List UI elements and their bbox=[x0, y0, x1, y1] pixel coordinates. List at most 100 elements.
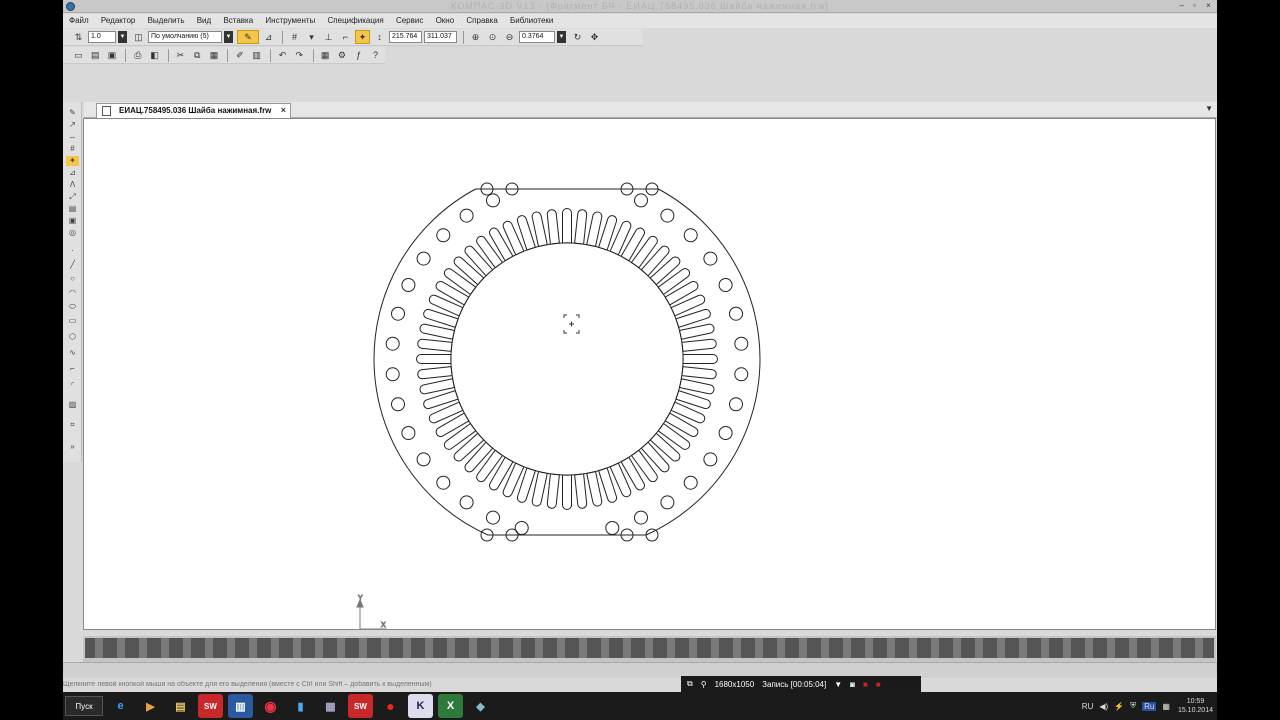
preview-icon[interactable]: ◧ bbox=[147, 48, 162, 62]
polygon-icon[interactable]: ⬡ bbox=[66, 332, 79, 342]
param-icon[interactable]: ⊿ bbox=[66, 168, 79, 178]
menu-service[interactable]: Сервис bbox=[390, 14, 427, 25]
function-icon[interactable]: ƒ bbox=[351, 48, 366, 62]
circle-icon[interactable]: ○ bbox=[66, 274, 79, 284]
save-icon[interactable]: ▣ bbox=[105, 48, 120, 62]
winword-icon[interactable]: ▥ bbox=[228, 694, 253, 718]
recorder-window-icon[interactable]: ⧉ bbox=[687, 679, 693, 689]
recorder-icon[interactable]: ● bbox=[378, 694, 403, 718]
expand-icon[interactable]: » bbox=[66, 442, 79, 452]
network-icon[interactable]: ◆ bbox=[468, 694, 493, 718]
shield-icon[interactable]: ⛨ bbox=[1130, 701, 1136, 711]
redo-icon[interactable]: ↷ bbox=[292, 48, 307, 62]
zoom-in-icon[interactable]: ⊙ bbox=[485, 30, 500, 44]
menu-file[interactable]: Файл bbox=[63, 14, 93, 25]
coord-y-field[interactable]: 311.037 bbox=[424, 31, 457, 43]
print-icon[interactable]: ⎙ bbox=[130, 48, 145, 62]
menu-specification[interactable]: Спецификация bbox=[322, 14, 388, 25]
menu-view[interactable]: Вид bbox=[191, 14, 215, 25]
keyboard-layout-icon[interactable]: Ru bbox=[1142, 701, 1157, 711]
ie-icon[interactable]: e bbox=[108, 694, 133, 718]
volume-icon[interactable]: ◀) bbox=[1099, 702, 1108, 711]
fillet-icon[interactable]: ◜ bbox=[66, 380, 79, 390]
spec-icon[interactable]: ▤ bbox=[66, 204, 79, 214]
new-icon[interactable]: ▭ bbox=[71, 48, 86, 62]
zoom-out-icon[interactable]: ⊖ bbox=[502, 30, 517, 44]
start-button[interactable]: Пуск bbox=[65, 696, 103, 716]
close-button[interactable]: × bbox=[1203, 1, 1214, 11]
recorder-camera-icon[interactable]: ◙ bbox=[850, 680, 855, 689]
open-icon[interactable]: ▤ bbox=[88, 48, 103, 62]
network-tray-icon[interactable]: ▦ bbox=[1162, 702, 1170, 711]
recorder-stop-icon[interactable]: ■ bbox=[876, 680, 881, 689]
line-icon[interactable]: ╱ bbox=[66, 260, 79, 270]
pan-icon[interactable]: ✥ bbox=[587, 30, 602, 44]
geometry-icon[interactable]: ✎ bbox=[66, 108, 79, 118]
spline-icon[interactable]: ∿ bbox=[66, 348, 79, 358]
close-tab-button[interactable]: × bbox=[281, 105, 286, 115]
point-icon[interactable]: · bbox=[66, 246, 79, 256]
horizontal-scrollbar[interactable] bbox=[83, 636, 1216, 662]
chamfer-icon[interactable]: ⌐ bbox=[66, 364, 79, 374]
ortho-icon[interactable]: ⊿ bbox=[261, 30, 276, 44]
measure-icon[interactable]: Λ bbox=[66, 180, 79, 190]
dimensions-icon[interactable]: ↔ bbox=[66, 132, 79, 142]
cut-icon[interactable]: ✂ bbox=[173, 48, 188, 62]
refresh-icon[interactable]: ↻ bbox=[570, 30, 585, 44]
recorder-pause-icon[interactable]: ■ bbox=[863, 680, 868, 689]
menu-libraries[interactable]: Библиотеки bbox=[504, 14, 557, 25]
contour-icon[interactable]: ⌗ bbox=[66, 420, 79, 430]
zoom-dropdown-icon[interactable]: ▼ bbox=[557, 31, 566, 43]
library-icon[interactable]: ⚙ bbox=[334, 48, 349, 62]
insert-icon[interactable]: ◎ bbox=[66, 228, 79, 238]
style-dropdown-icon[interactable]: ▼ bbox=[224, 31, 233, 43]
recorder-menu-icon[interactable]: ▼ bbox=[834, 680, 842, 689]
document-tab[interactable]: ЕИАЦ.758495.036 Шайба нажимная.frw × bbox=[96, 103, 291, 118]
calculator-icon[interactable]: ▦ bbox=[318, 694, 343, 718]
binding-icon[interactable]: ✦ bbox=[355, 30, 370, 44]
coord-x-field[interactable]: 215.764 bbox=[389, 31, 422, 43]
active-geometry-icon[interactable]: ✦ bbox=[66, 156, 79, 166]
arc-icon[interactable]: ◠ bbox=[66, 288, 79, 298]
copy-icon[interactable]: ⧉ bbox=[190, 48, 205, 62]
zoom-window-icon[interactable]: ⊕ bbox=[468, 30, 483, 44]
select-icon[interactable]: ⤢ bbox=[66, 192, 79, 202]
usb-icon[interactable]: ▮ bbox=[288, 694, 313, 718]
menu-help[interactable]: Справка bbox=[460, 14, 501, 25]
clock[interactable]: 10:59 15.10.2014 bbox=[1178, 697, 1213, 715]
paste-icon[interactable]: ▦ bbox=[207, 48, 222, 62]
step-icon[interactable]: ⇅ bbox=[71, 30, 86, 44]
minimize-button[interactable]: – bbox=[1176, 1, 1187, 11]
power-icon[interactable]: ⚡ bbox=[1114, 702, 1124, 711]
help-icon[interactable]: ? bbox=[368, 48, 383, 62]
recorder-zoom-icon[interactable]: ⚲ bbox=[701, 680, 707, 689]
language-indicator[interactable]: RU bbox=[1082, 702, 1094, 711]
menu-edit[interactable]: Редактор bbox=[95, 14, 139, 25]
chrome-icon[interactable]: ◉ bbox=[258, 694, 283, 718]
properties-icon[interactable]: ✐ bbox=[232, 48, 247, 62]
orthogonal-icon[interactable]: ⌐ bbox=[338, 30, 353, 44]
undo-icon[interactable]: ↶ bbox=[275, 48, 290, 62]
scrollbar-track[interactable] bbox=[85, 638, 1214, 658]
menu-window[interactable]: Окно bbox=[430, 14, 459, 25]
symbols-icon[interactable]: # bbox=[66, 144, 79, 154]
grid-dropdown-icon[interactable]: ▾ bbox=[304, 30, 319, 44]
edit-icon[interactable]: ↗ bbox=[66, 120, 79, 130]
style-field[interactable]: По умолчанию (5) bbox=[148, 31, 222, 43]
zoom-field[interactable]: 0.3764 bbox=[519, 31, 555, 43]
hatch-icon[interactable]: ▨ bbox=[66, 400, 79, 410]
menu-insert[interactable]: Вставка bbox=[217, 14, 257, 25]
menu-select[interactable]: Выделить bbox=[142, 14, 189, 25]
solidworks2-icon[interactable]: SW bbox=[348, 694, 373, 718]
grid-icon[interactable]: # bbox=[287, 30, 302, 44]
layer-icon[interactable]: ◫ bbox=[131, 30, 146, 44]
explorer-icon[interactable]: ▤ bbox=[168, 694, 193, 718]
report-icon[interactable]: ▣ bbox=[66, 216, 79, 226]
snap-icon[interactable]: ✎ bbox=[237, 30, 259, 44]
tree-icon[interactable]: ▦ bbox=[318, 48, 333, 62]
excel-icon[interactable]: X bbox=[438, 694, 463, 718]
menu-tools[interactable]: Инструменты bbox=[259, 14, 319, 25]
scale-dropdown-icon[interactable]: ▼ bbox=[118, 31, 127, 43]
drawing-canvas[interactable]: Y X bbox=[83, 118, 1216, 630]
ellipse-icon[interactable]: ⬭ bbox=[66, 302, 79, 312]
